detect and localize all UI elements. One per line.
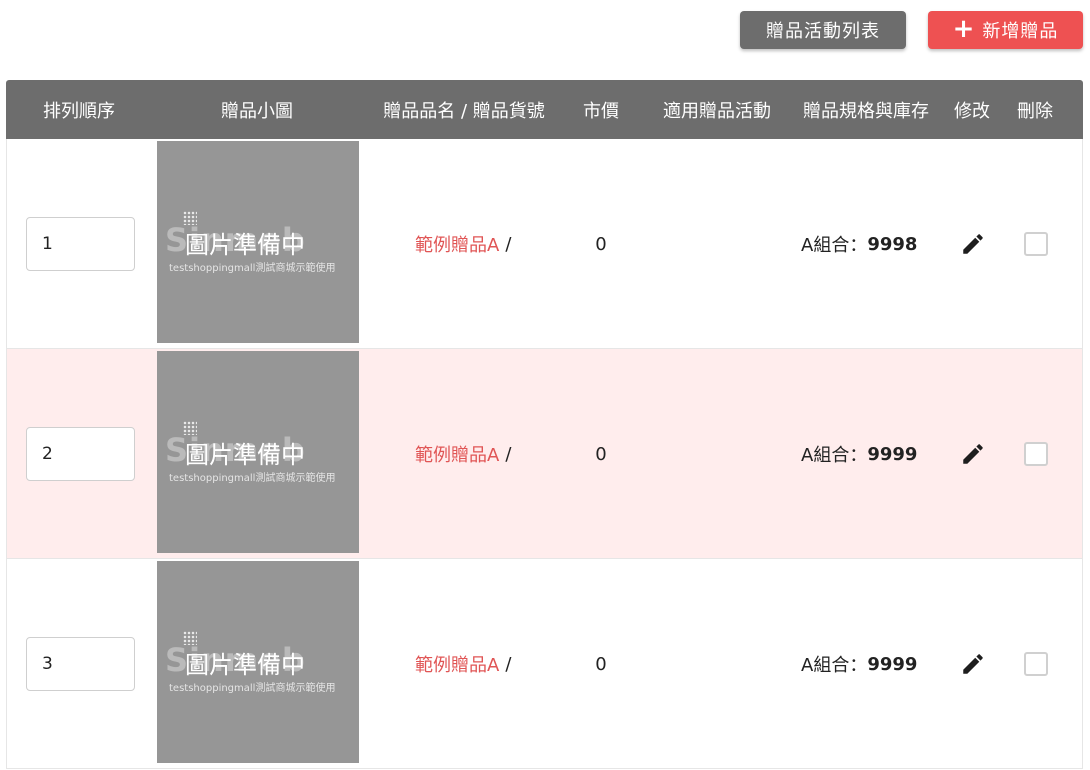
sort-order-input[interactable] [26, 217, 135, 271]
spec-label: A組合： [801, 445, 868, 466]
thumbnail-placeholder-text: 圖片準備中 [185, 441, 305, 469]
gift-name-link[interactable]: 範例贈品A [415, 651, 499, 677]
spec-stock-cell: A組合： 9999 [801, 349, 917, 559]
sort-order-input[interactable] [26, 637, 135, 691]
pencil-icon[interactable] [960, 441, 986, 467]
table-row: Sinmeb 圖片準備中 testshoppingmall測試商城示範使用 範例… [6, 349, 1083, 559]
gift-thumbnail: Sinmeb 圖片準備中 testshoppingmall測試商城示範使用 [157, 141, 359, 343]
market-price: 0 [595, 653, 607, 675]
thumbnail-watermark-subtext: testshoppingmall測試商城示範使用 [169, 263, 336, 274]
table-header: 排列順序 贈品小圖 贈品品名 / 贈品貨號 市價 適用贈品活動 贈品規格與庫存 … [6, 80, 1083, 139]
gift-name-link[interactable]: 範例贈品A [415, 231, 499, 257]
header-delete: 刪除 [1017, 100, 1053, 122]
gift-name-cell: 範例贈品A / [415, 559, 511, 769]
thumbnail-watermark-subtext: testshoppingmall測試商城示範使用 [169, 473, 336, 484]
thumbnail-watermark-subtext: testshoppingmall測試商城示範使用 [169, 683, 336, 694]
delete-checkbox[interactable] [1024, 442, 1048, 466]
thumbnail-placeholder-text: 圖片準備中 [185, 231, 305, 259]
thumbnail-placeholder-text: 圖片準備中 [185, 651, 305, 679]
gift-name-cell: 範例贈品A / [415, 349, 511, 559]
toolbar: 贈品活動列表 + 新增贈品 [0, 11, 1090, 49]
market-price: 0 [595, 233, 607, 255]
header-order: 排列順序 [43, 100, 115, 122]
sku-separator: / [505, 233, 512, 255]
market-price: 0 [595, 443, 607, 465]
table-row: Sinmeb 圖片準備中 testshoppingmall測試商城示範使用 範例… [6, 559, 1083, 769]
spec-label: A組合： [801, 655, 868, 676]
spec-label: A組合： [801, 235, 868, 256]
sku-separator: / [505, 443, 512, 465]
stock-value: 9999 [867, 443, 918, 465]
table-body: Sinmeb 圖片準備中 testshoppingmall測試商城示範使用 範例… [6, 139, 1083, 769]
add-gift-button[interactable]: + 新增贈品 [928, 11, 1083, 49]
gift-name-cell: 範例贈品A / [415, 139, 511, 349]
gift-table: 排列順序 贈品小圖 贈品品名 / 贈品貨號 市價 適用贈品活動 贈品規格與庫存 … [6, 80, 1083, 769]
gift-name-link[interactable]: 範例贈品A [415, 441, 499, 467]
delete-checkbox[interactable] [1024, 232, 1048, 256]
pencil-icon[interactable] [960, 231, 986, 257]
gift-thumbnail: Sinmeb 圖片準備中 testshoppingmall測試商城示範使用 [157, 351, 359, 553]
sku-separator: / [505, 653, 512, 675]
header-edit: 修改 [954, 100, 990, 122]
spec-stock-cell: A組合： 9998 [801, 139, 917, 349]
header-name-sku: 贈品品名 / 贈品貨號 [383, 100, 545, 122]
header-spec-stock: 贈品規格與庫存 [803, 100, 929, 122]
sort-order-input[interactable] [26, 427, 135, 481]
add-gift-label: 新增贈品 [982, 21, 1059, 42]
header-campaign: 適用贈品活動 [663, 100, 771, 122]
spec-stock-cell: A組合： 9999 [801, 559, 917, 769]
table-row: Sinmeb 圖片準備中 testshoppingmall測試商城示範使用 範例… [6, 139, 1083, 349]
stock-value: 9998 [867, 233, 918, 255]
delete-checkbox[interactable] [1024, 652, 1048, 676]
gift-campaign-list-label: 贈品活動列表 [766, 21, 880, 42]
gift-thumbnail: Sinmeb 圖片準備中 testshoppingmall測試商城示範使用 [157, 561, 359, 763]
gift-campaign-list-button[interactable]: 贈品活動列表 [740, 11, 906, 49]
stock-value: 9999 [867, 653, 918, 675]
plus-icon: + [952, 13, 976, 44]
header-thumbnail: 贈品小圖 [221, 100, 293, 122]
header-price: 市價 [583, 100, 619, 122]
pencil-icon[interactable] [960, 651, 986, 677]
